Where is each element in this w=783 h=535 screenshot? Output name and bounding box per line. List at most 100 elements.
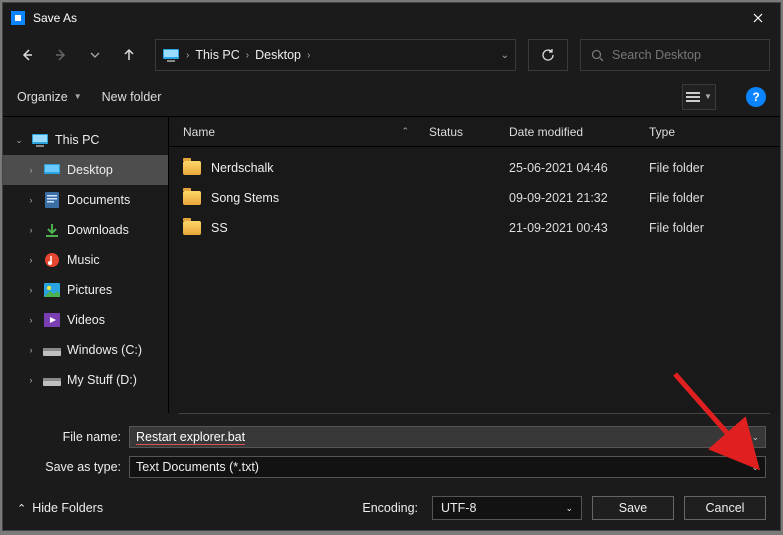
recent-dropdown[interactable] (81, 41, 109, 69)
file-name-label: File name: (17, 430, 129, 444)
tree-label: Pictures (67, 283, 112, 297)
new-folder-button[interactable]: New folder (102, 90, 162, 104)
pictures-icon (43, 282, 61, 298)
tree-label: My Stuff (D:) (67, 373, 137, 387)
file-name-value: Restart explorer.bat (136, 430, 245, 445)
file-date: 09-09-2021 21:32 (509, 191, 649, 205)
chevron-right-icon[interactable]: › (25, 195, 37, 205)
music-icon (43, 252, 61, 268)
tree-documents[interactable]: › Documents (3, 185, 168, 215)
folder-icon (183, 191, 201, 205)
tree-desktop[interactable]: › Desktop (3, 155, 168, 185)
col-type[interactable]: Type (649, 125, 780, 139)
search-icon (591, 49, 604, 62)
folder-icon (183, 161, 201, 175)
chevron-right-icon[interactable]: › (25, 345, 37, 355)
search-placeholder: Search Desktop (612, 48, 701, 62)
titlebar: Save As (3, 3, 780, 33)
organize-menu[interactable]: Organize▼ (17, 90, 82, 104)
chevron-up-icon: ⌃ (17, 502, 26, 515)
dialog-body: ⌄ This PC › Desktop › Documents › Downlo… (3, 117, 780, 413)
chevron-right-icon[interactable]: › (25, 285, 37, 295)
file-row[interactable]: Song Stems 09-09-2021 21:32 File folder (169, 183, 780, 213)
chevron-right-icon[interactable]: › (25, 165, 37, 175)
toolbar: Organize▼ New folder ▼ ? (3, 77, 780, 117)
file-date: 25-06-2021 04:46 (509, 161, 649, 175)
save-type-value: Text Documents (*.txt) (136, 460, 259, 474)
bottom-panel: File name: Restart explorer.bat ⌄ Save a… (3, 414, 780, 530)
forward-button[interactable] (47, 41, 75, 69)
search-input[interactable]: Search Desktop (580, 39, 770, 71)
crumb-this-pc[interactable]: This PC (195, 48, 239, 62)
col-date[interactable]: Date modified (509, 125, 649, 139)
sidebar: ⌄ This PC › Desktop › Documents › Downlo… (3, 117, 169, 413)
save-button[interactable]: Save (592, 496, 674, 520)
tree-downloads[interactable]: › Downloads (3, 215, 168, 245)
file-list-panel: Name⌃ Status Date modified Type Nerdscha… (169, 117, 780, 413)
tree-label: Videos (67, 313, 105, 327)
this-pc-icon (162, 48, 180, 62)
file-row[interactable]: SS 21-09-2021 00:43 File folder (169, 213, 780, 243)
encoding-label: Encoding: (362, 501, 418, 515)
dropdown-icon: ⌄ (751, 462, 759, 473)
close-button[interactable] (736, 3, 780, 33)
tree-music[interactable]: › Music (3, 245, 168, 275)
tree-this-pc[interactable]: ⌄ This PC (3, 125, 168, 155)
desktop-icon (43, 162, 61, 178)
file-row[interactable]: Nerdschalk 25-06-2021 04:46 File folder (169, 153, 780, 183)
hide-folders-button[interactable]: ⌃ Hide Folders (17, 501, 103, 515)
drive-icon (43, 342, 61, 358)
dropdown-icon[interactable]: ⌄ (751, 432, 759, 443)
tree-drive-d[interactable]: › My Stuff (D:) (3, 365, 168, 395)
cancel-button[interactable]: Cancel (684, 496, 766, 520)
encoding-select[interactable]: UTF-8 ⌄ (432, 496, 582, 520)
nav-row: › This PC › Desktop › ⌄ Search Desktop (3, 33, 780, 77)
tree-label: Music (67, 253, 100, 267)
file-date: 21-09-2021 00:43 (509, 221, 649, 235)
save-as-dialog: Save As › This PC › Desktop › (2, 2, 781, 531)
file-type: File folder (649, 221, 780, 235)
tree-videos[interactable]: › Videos (3, 305, 168, 335)
save-type-select[interactable]: Text Documents (*.txt) ⌄ (129, 456, 766, 478)
chevron-right-icon[interactable]: › (25, 375, 37, 385)
tree-pictures[interactable]: › Pictures (3, 275, 168, 305)
file-name-input[interactable]: Restart explorer.bat ⌄ (129, 426, 766, 448)
chevron-right-icon[interactable]: › (25, 315, 37, 325)
chevron-right-icon: › (186, 50, 189, 61)
breadcrumb-dropdown-icon[interactable]: ⌄ (501, 50, 509, 61)
back-button[interactable] (13, 41, 41, 69)
chevron-right-icon: › (246, 50, 249, 61)
breadcrumb[interactable]: › This PC › Desktop › ⌄ (155, 39, 516, 71)
file-name: Nerdschalk (211, 161, 274, 175)
encoding-value: UTF-8 (441, 501, 476, 515)
file-type: File folder (649, 191, 780, 205)
col-status[interactable]: Status (429, 125, 509, 139)
file-name: SS (211, 221, 228, 235)
documents-icon (43, 192, 61, 208)
tree-drive-c[interactable]: › Windows (C:) (3, 335, 168, 365)
chevron-down-icon[interactable]: ⌄ (13, 135, 25, 146)
downloads-icon (43, 222, 61, 238)
videos-icon (43, 312, 61, 328)
this-pc-icon (31, 132, 49, 148)
sort-indicator-icon: ⌃ (401, 126, 409, 137)
window-title: Save As (33, 11, 77, 25)
column-headers: Name⌃ Status Date modified Type (169, 117, 780, 147)
chevron-right-icon[interactable]: › (25, 225, 37, 235)
crumb-desktop[interactable]: Desktop (255, 48, 301, 62)
file-list: Nerdschalk 25-06-2021 04:46 File folder … (169, 147, 780, 413)
chevron-right-icon[interactable]: › (25, 255, 37, 265)
up-button[interactable] (115, 41, 143, 69)
tree-label: Downloads (67, 223, 129, 237)
drive-icon (43, 372, 61, 388)
app-icon (11, 11, 25, 25)
col-name[interactable]: Name⌃ (183, 125, 429, 139)
tree-label: This PC (55, 133, 99, 147)
tree-label: Desktop (67, 163, 113, 177)
folder-icon (183, 221, 201, 235)
file-type: File folder (649, 161, 780, 175)
view-options-button[interactable]: ▼ (682, 84, 716, 110)
refresh-button[interactable] (528, 39, 568, 71)
save-type-label: Save as type: (17, 460, 129, 474)
help-button[interactable]: ? (746, 87, 766, 107)
